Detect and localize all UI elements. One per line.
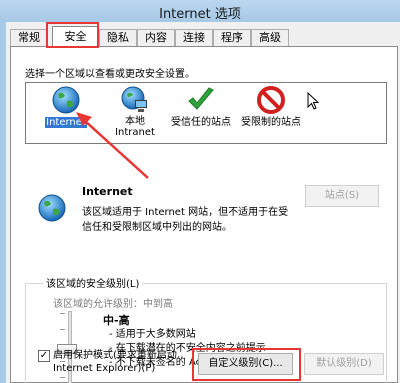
zone-label: 受限制的站点 (241, 117, 301, 128)
zone-label: Internet (45, 117, 87, 128)
protected-mode-label: 启用保护模式(要求重新启动 Internet Explorer)(P) (53, 350, 177, 374)
zone-restricted-sites[interactable]: 受限制的站点 (236, 85, 306, 143)
tab-privacy[interactable]: 隐私 (99, 29, 137, 46)
security-tab-page: 选择一个区域以查看或更改安全设置。 Internet 本地 Intranet 受… (10, 46, 398, 383)
zone-detail-name: Internet (82, 185, 133, 198)
zone-trusted-sites[interactable]: 受信任的站点 (166, 85, 236, 143)
slider-tick (60, 313, 65, 314)
dialog-client: 常规 安全 隐私 内容 连接 程序 高级 选择一个区域以查看或更改安全设置。 I… (6, 22, 400, 383)
level-bullet: - 适用于大多数网站 (109, 329, 196, 340)
sites-button[interactable]: 站点(S) (305, 185, 379, 207)
restricted-icon (257, 86, 285, 114)
title-bar: Internet 选项 (0, 0, 400, 22)
globe-icon (52, 86, 80, 114)
zone-instruction: 选择一个区域以查看或更改安全设置。 (25, 69, 195, 80)
security-level-title: 该区域的安全级别(L) (43, 275, 143, 290)
intranet-icon (121, 86, 147, 112)
tab-general[interactable]: 常规 (10, 29, 48, 46)
zone-internet[interactable]: Internet (35, 85, 97, 143)
zone-label: 本地 Intranet (115, 116, 155, 138)
security-tab-highlight (46, 22, 99, 48)
slider-tick (60, 377, 65, 378)
mouse-cursor-icon (307, 92, 319, 110)
zone-local-intranet[interactable]: 本地 Intranet (104, 85, 166, 143)
tab-content[interactable]: 内容 (137, 29, 175, 46)
tab-advanced[interactable]: 高级 (251, 29, 289, 46)
tab-connections[interactable]: 连接 (175, 29, 213, 46)
custom-level-highlight (192, 348, 301, 381)
zone-list: Internet 本地 Intranet 受信任的站点 受限制的站点 (25, 82, 387, 144)
tab-programs[interactable]: 程序 (213, 29, 251, 46)
slider-tick (60, 329, 65, 330)
allowed-levels-text: 该区域的允许级别：中到高 (53, 299, 173, 310)
protected-mode-checkbox[interactable]: ✓ (38, 350, 50, 362)
zone-detail-description: 该区域适用于 Internet 网站，但不适用于在受信任和受限制区域中列出的网站… (82, 207, 289, 233)
checkmark-icon (188, 87, 214, 110)
default-level-button[interactable]: 默认级别(D) (304, 353, 384, 375)
zone-label: 受信任的站点 (171, 117, 231, 128)
globe-icon (38, 194, 66, 222)
window-title: Internet 选项 (159, 7, 241, 22)
security-level-name: 中-高 (103, 314, 130, 327)
